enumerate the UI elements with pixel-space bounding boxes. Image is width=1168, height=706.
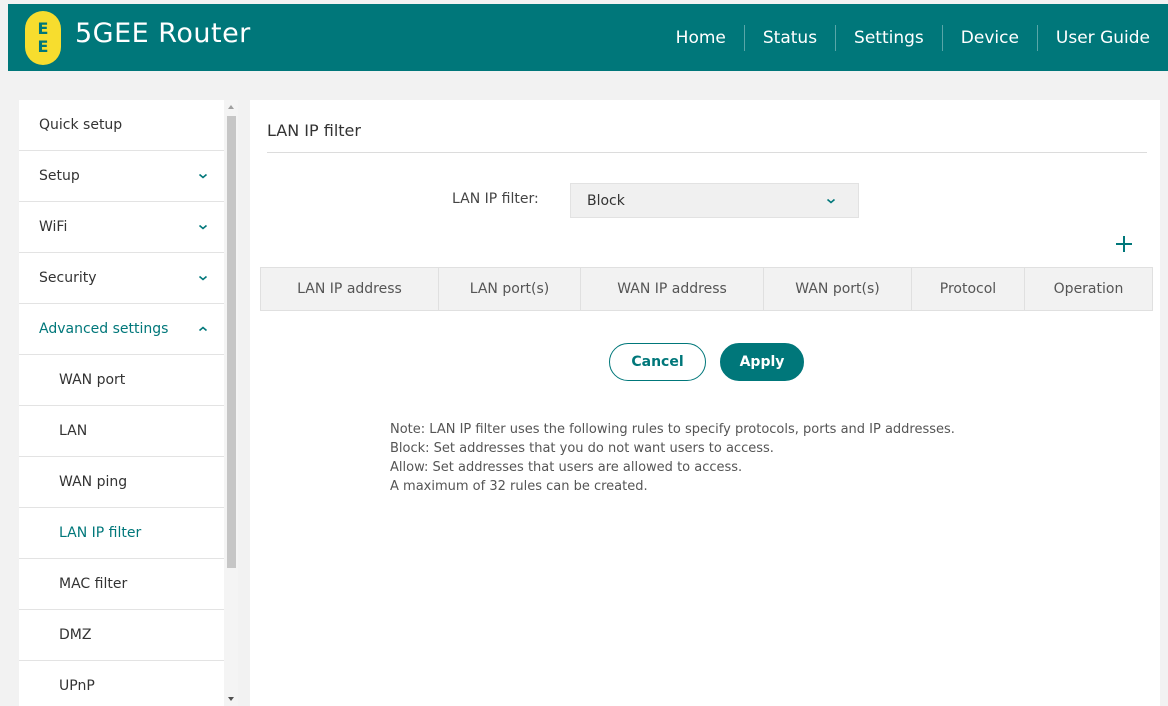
- sidebar-item-label: Advanced settings: [39, 321, 169, 337]
- scroll-down-arrow-icon[interactable]: [227, 695, 235, 703]
- sidebar-item-label: Security: [39, 270, 97, 286]
- sidebar-item-wifi[interactable]: WiFi: [19, 202, 224, 253]
- sidebar-subitem-label: MAC filter: [59, 576, 128, 592]
- nav-device[interactable]: Device: [941, 24, 1037, 51]
- logo-letter-top: E: [37, 19, 49, 38]
- note-line: A maximum of 32 rules can be created.: [390, 479, 648, 494]
- sidebar-subitem-label: DMZ: [59, 627, 92, 643]
- sidebar-subitem-lan[interactable]: LAN: [19, 406, 224, 457]
- apply-button[interactable]: Apply: [720, 343, 804, 381]
- sidebar-subitem-lan-ip-filter[interactable]: LAN IP filter: [19, 508, 224, 559]
- sidebar-subitem-label: UPnP: [59, 678, 95, 694]
- column-header-lan-ip: LAN IP address: [260, 267, 439, 311]
- sidebar-subitem-mac-filter[interactable]: MAC filter: [19, 559, 224, 610]
- note-line: Allow: Set addresses that users are allo…: [390, 460, 743, 475]
- nav-home[interactable]: Home: [658, 25, 744, 51]
- column-header-wan-ports: WAN port(s): [763, 267, 912, 311]
- sidebar: Quick setup Setup WiFi Security Advanced…: [19, 100, 238, 706]
- note-line: Note: LAN IP filter uses the following r…: [390, 422, 955, 437]
- sidebar-item-label: Quick setup: [39, 117, 123, 133]
- sidebar-subitem-dmz[interactable]: DMZ: [19, 610, 224, 661]
- scrollbar-thumb[interactable]: [227, 116, 236, 568]
- chevron-down-icon: [198, 173, 208, 179]
- sidebar-subitem-label: LAN: [59, 423, 88, 439]
- top-nav: Home Status Settings Device User Guide: [658, 4, 1168, 71]
- filter-mode-value: Block: [587, 192, 625, 209]
- top-header: E E 5GEE Router Home Status Settings Dev…: [8, 4, 1168, 71]
- brand-title: 5GEE Router: [75, 18, 251, 49]
- column-header-wan-ip: WAN IP address: [580, 267, 764, 311]
- column-header-operation: Operation: [1024, 267, 1153, 311]
- filter-mode-select[interactable]: Block: [570, 183, 859, 218]
- sidebar-subitem-label: WAN ping: [59, 474, 128, 490]
- nav-status[interactable]: Status: [743, 24, 835, 51]
- sidebar-menu: Quick setup Setup WiFi Security Advanced…: [19, 100, 224, 706]
- chevron-down-icon: [198, 224, 208, 230]
- sidebar-item-advanced-settings[interactable]: Advanced settings: [19, 304, 224, 355]
- ee-logo[interactable]: E E: [25, 11, 61, 65]
- chevron-down-icon: [826, 198, 836, 204]
- column-header-lan-ports: LAN port(s): [438, 267, 581, 311]
- sidebar-item-label: Setup: [39, 168, 80, 184]
- chevron-down-icon: [198, 275, 208, 281]
- page-title: LAN IP filter: [267, 121, 361, 140]
- sidebar-item-quick-setup[interactable]: Quick setup: [19, 100, 224, 151]
- sidebar-item-label: WiFi: [39, 219, 68, 235]
- sidebar-item-security[interactable]: Security: [19, 253, 224, 304]
- cancel-button[interactable]: Cancel: [609, 343, 706, 381]
- main-content: LAN IP filter LAN IP filter: Block LAN I…: [250, 100, 1160, 706]
- logo-letter-bottom: E: [37, 37, 49, 56]
- notes-block: Note: LAN IP filter uses the following r…: [390, 420, 955, 496]
- sidebar-subitem-upnp[interactable]: UPnP: [19, 661, 224, 706]
- sidebar-subitem-label: LAN IP filter: [59, 525, 142, 541]
- filter-mode-label: LAN IP filter:: [452, 191, 539, 207]
- sidebar-scrollbar[interactable]: [224, 100, 238, 706]
- sidebar-item-setup[interactable]: Setup: [19, 151, 224, 202]
- nav-settings[interactable]: Settings: [835, 24, 942, 51]
- chevron-up-icon: [198, 326, 208, 332]
- table-header-row: LAN IP address LAN port(s) WAN IP addres…: [260, 267, 1153, 311]
- rules-table: LAN IP address LAN port(s) WAN IP addres…: [260, 267, 1153, 311]
- add-rule-plus-icon[interactable]: [1113, 233, 1135, 255]
- nav-user-guide[interactable]: User Guide: [1036, 24, 1168, 51]
- column-header-protocol: Protocol: [911, 267, 1025, 311]
- sidebar-subitem-label: WAN port: [59, 372, 126, 388]
- title-divider: [267, 152, 1147, 153]
- sidebar-subitem-wan-port[interactable]: WAN port: [19, 355, 224, 406]
- sidebar-subitem-wan-ping[interactable]: WAN ping: [19, 457, 224, 508]
- scroll-up-arrow-icon[interactable]: [227, 103, 235, 111]
- note-line: Block: Set addresses that you do not wan…: [390, 441, 774, 456]
